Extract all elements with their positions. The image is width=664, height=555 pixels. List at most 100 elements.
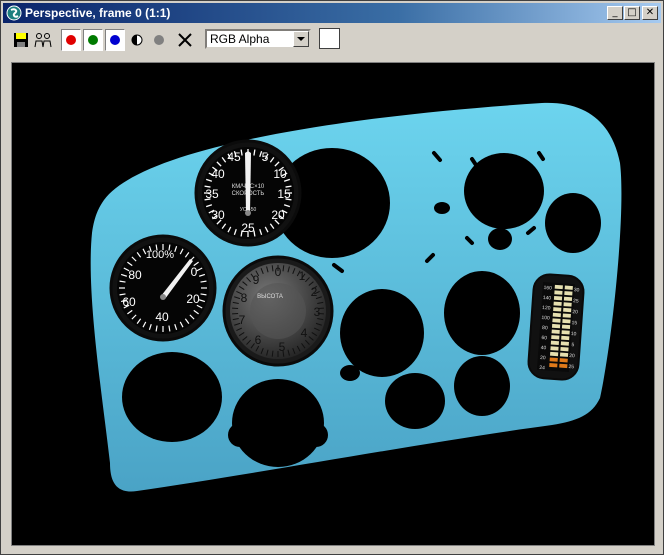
dial-label: 6 xyxy=(255,333,262,347)
bar-gauge-label: 25 xyxy=(573,298,579,304)
color-swatch[interactable] xyxy=(319,28,340,49)
bar-cell xyxy=(559,363,568,369)
dial-label: 8 xyxy=(241,291,248,305)
bar-cell xyxy=(549,363,558,368)
panel-hole xyxy=(122,352,222,442)
bar-cell xyxy=(563,302,572,307)
close-button[interactable]: ✕ xyxy=(642,6,658,20)
bar-cell xyxy=(559,352,569,357)
render-frame-window: Perspective, frame 0 (1:1) _ □ ✕ RGB Alp… xyxy=(0,0,664,555)
maximize-button[interactable]: □ xyxy=(624,6,640,20)
bar-gauge-label: 120 xyxy=(542,305,551,312)
green-channel-icon xyxy=(88,35,98,45)
dial-label: 15 xyxy=(277,187,291,201)
dial-label: 0 xyxy=(275,265,282,279)
bar-cell xyxy=(564,285,573,290)
dial-label: 0 xyxy=(191,265,198,279)
airspeed-needle xyxy=(245,151,251,213)
bar-gauge-label: 160 xyxy=(543,285,552,292)
red-channel-icon xyxy=(66,35,76,45)
dial-label: 25 xyxy=(241,221,255,235)
minimize-icon: _ xyxy=(612,7,618,18)
bar-cell xyxy=(562,313,571,318)
bar-cell xyxy=(550,346,559,351)
bar-cell xyxy=(553,301,562,306)
dial-label: 1 xyxy=(299,269,306,283)
green-channel-button[interactable] xyxy=(83,29,103,51)
percent-gauge: 100% 80 0 60 20 40 xyxy=(109,234,217,342)
toolbar: RGB Alpha xyxy=(3,25,661,55)
save-icon xyxy=(14,33,28,47)
airspeed-gauge: 45540103515302025 КМ/ЧАС×10 СКОРОСТЬ УС … xyxy=(194,139,302,247)
clear-icon xyxy=(178,33,192,47)
bar-gauge-label: 40 xyxy=(541,345,547,351)
bar-cell xyxy=(550,340,560,346)
minimize-button[interactable]: _ xyxy=(607,6,623,20)
dial-label: 100% xyxy=(146,249,174,261)
panel-hole xyxy=(232,379,324,467)
clone-button[interactable] xyxy=(33,29,53,51)
dial-label: 9 xyxy=(253,273,260,287)
panel-hole xyxy=(340,365,360,381)
dial-label: 40 xyxy=(155,310,169,324)
dial-label: 10 xyxy=(273,167,287,181)
monochrome-button[interactable] xyxy=(127,29,147,51)
bar-cell xyxy=(561,330,570,335)
panel-hole xyxy=(228,423,252,447)
channel-select-value: RGB Alpha xyxy=(210,32,270,46)
rendered-scene: 45540103515302025 КМ/ЧАС×10 СКОРОСТЬ УС … xyxy=(90,102,622,492)
bar-cell xyxy=(549,357,558,362)
bar-cell xyxy=(551,323,561,329)
altimeter-title-label: ВЫСОТА xyxy=(257,294,283,300)
bar-cell xyxy=(549,351,559,357)
bar-cell xyxy=(560,341,569,346)
bar-gauge-label: 24 xyxy=(539,365,545,371)
dial-label: 35 xyxy=(205,187,219,201)
bar-gauge-label: 140 xyxy=(543,295,552,302)
panel-hole xyxy=(317,216,333,228)
dial-tick xyxy=(240,149,243,156)
bar-gauge-label: 60 xyxy=(541,335,547,341)
bar-cell xyxy=(552,312,561,318)
dial-label: 45 xyxy=(227,150,241,164)
panel-hole xyxy=(444,271,520,355)
channel-select[interactable]: RGB Alpha xyxy=(205,29,311,49)
dial-label: 30 xyxy=(211,208,225,222)
dial-label: 5 xyxy=(279,340,286,354)
bar-cell xyxy=(552,318,561,323)
save-button[interactable] xyxy=(11,29,31,51)
bar-gauge-label: 20 xyxy=(569,353,575,359)
bar-gauge-label: 80 xyxy=(542,325,548,331)
blue-channel-button[interactable] xyxy=(105,29,125,51)
dial-label: 7 xyxy=(239,313,246,327)
alpha-channel-button[interactable] xyxy=(149,29,169,51)
window-title: Perspective, frame 0 (1:1) xyxy=(25,6,171,20)
blue-channel-icon xyxy=(110,35,120,45)
bar-gauge-label: 20 xyxy=(572,309,578,315)
dial-label: 3 xyxy=(314,305,321,319)
bar-cell xyxy=(563,296,573,302)
app-icon xyxy=(6,5,22,21)
bar-cell xyxy=(564,291,573,296)
bar-cell xyxy=(551,329,560,334)
bar-gauge-label: 25 xyxy=(568,364,574,370)
bar-gauge-label: 20 xyxy=(540,355,546,361)
dial-label: 20 xyxy=(271,208,285,222)
bar-cell xyxy=(554,290,563,295)
clear-button[interactable] xyxy=(175,29,195,51)
bar-cell xyxy=(551,335,560,340)
bar-cell xyxy=(554,284,563,290)
bar-gauge-label: 100 xyxy=(541,315,550,322)
close-icon: ✕ xyxy=(645,7,655,18)
dial-label: 60 xyxy=(122,295,136,309)
bar-gauge-label: 15 xyxy=(571,320,577,326)
red-channel-button[interactable] xyxy=(61,29,81,51)
bar-cell xyxy=(559,358,568,363)
clone-icon xyxy=(34,33,52,48)
alpha-icon xyxy=(154,35,164,45)
dial-tick xyxy=(253,149,256,156)
bar-cell xyxy=(563,307,572,313)
title-bar[interactable]: Perspective, frame 0 (1:1) _ □ ✕ xyxy=(3,3,661,23)
dropdown-arrow-icon[interactable] xyxy=(293,31,309,47)
altimeter-gauge: 0 12 34 5 67 89 ВЫСОТА xyxy=(222,255,334,367)
